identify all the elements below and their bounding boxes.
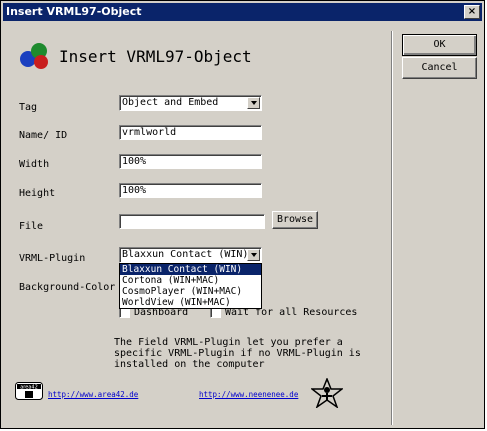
window-title: Insert VRML97-Object [6,5,142,18]
plugin-option[interactable]: Cortona (WIN+MAC) [120,275,261,286]
width-label: Width [19,159,50,170]
cancel-button[interactable]: Cancel [402,57,477,79]
name-id-field[interactable]: vrmlworld [119,125,262,140]
vrml-plugin-value: Blaxxun Contact (WIN) [122,249,249,260]
name-label: Name/ ID [19,130,68,141]
area42-logo-icon: area42 [15,382,43,400]
tag-label: Tag [19,102,38,113]
plugin-option[interactable]: Blaxxun Contact (WIN) [120,264,261,275]
width-field[interactable]: 100% [119,154,262,169]
title-bar: Insert VRML97-Object × [3,3,482,21]
separator-highlight [392,31,393,425]
file-field[interactable] [119,214,265,229]
area42-link[interactable]: http://www.area42.de [48,390,138,399]
plugin-option[interactable]: WorldView (WIN+MAC) [120,297,261,308]
tag-select[interactable]: Object and Embed [119,95,262,111]
chevron-down-icon[interactable] [247,249,260,261]
height-label: Height [19,188,56,199]
insert-vrml-dialog: Insert VRML97-Object × Insert VRML97-Obj… [0,0,485,429]
close-button[interactable]: × [464,5,480,19]
chevron-down-icon[interactable] [247,97,260,109]
tag-select-value: Object and Embed [122,97,219,108]
svg-text:area42: area42 [20,385,38,391]
plugin-option[interactable]: CosmoPlayer (WIN+MAC) [120,286,261,297]
vrml-plugin-dropdown-list: Blaxxun Contact (WIN) Cortona (WIN+MAC) … [119,263,262,309]
neenenee-link[interactable]: http://www.neenenee.de [199,390,298,399]
vrml-molecule-logo-icon [20,43,48,69]
background-color-label: Background-Color [19,282,116,293]
ok-button[interactable]: OK [402,34,477,56]
vrml-plugin-label: VRML-Plugin [19,253,86,264]
plugin-help-note: The Field VRML-Plugin let you prefer a s… [114,337,361,370]
height-field[interactable]: 100% [119,183,262,198]
dialog-heading: Insert VRML97-Object [59,47,252,66]
vrml-plugin-select[interactable]: Blaxxun Contact (WIN) [119,247,262,263]
file-label: File [19,221,44,232]
browse-button[interactable]: Browse [272,211,318,229]
star-figure-logo-icon [311,378,343,408]
